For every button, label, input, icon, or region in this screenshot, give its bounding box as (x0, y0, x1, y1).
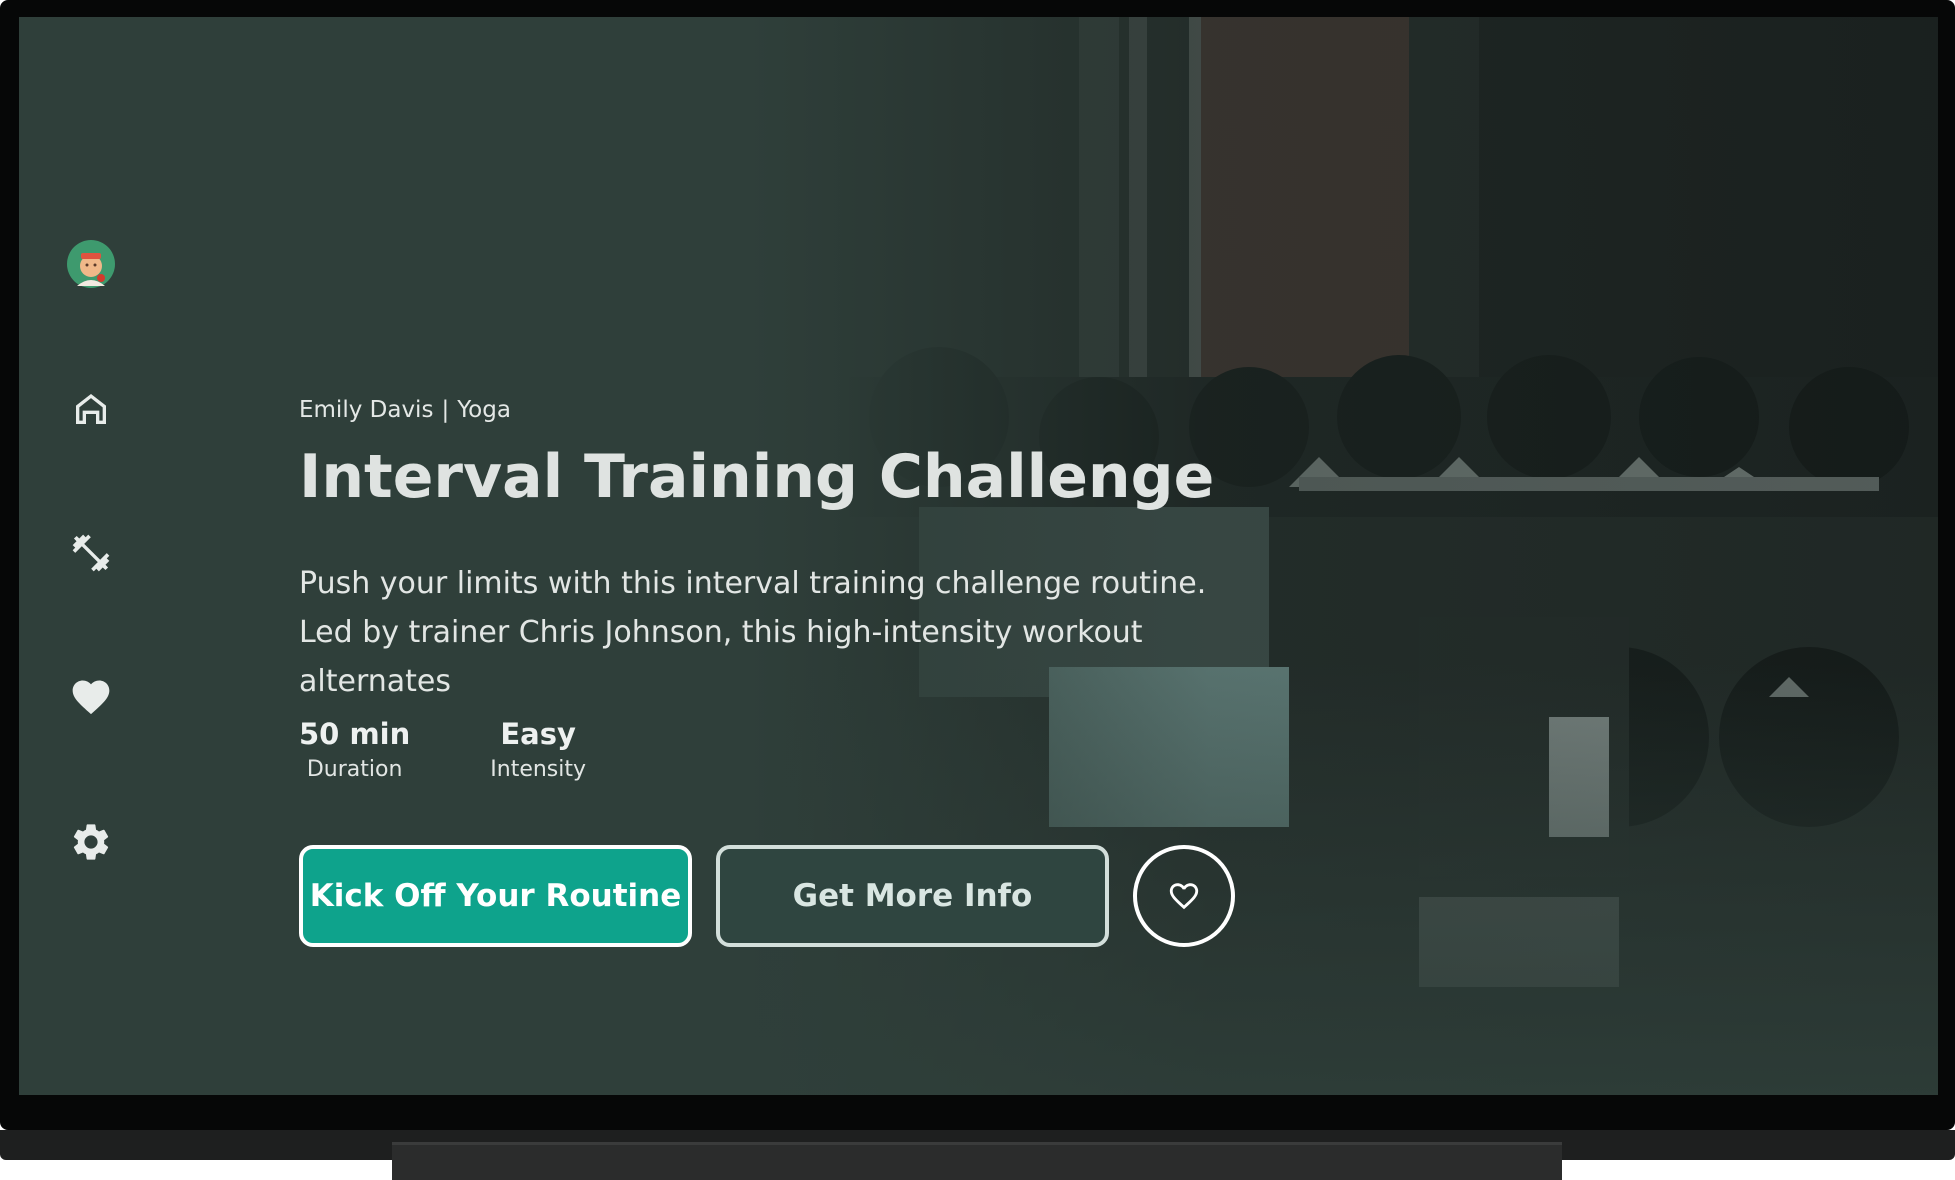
heart-outline-icon (1169, 883, 1199, 910)
stat-duration: 50 min Duration (299, 717, 410, 782)
stat-intensity: Easy Intensity (490, 717, 586, 782)
trainer-name: Emily Davis (299, 397, 434, 423)
hero-actions: Kick Off Your Routine Get More Info (299, 845, 1235, 947)
stat-value: Easy (500, 717, 576, 751)
page-title: Interval Training Challenge (299, 442, 1215, 512)
heart-icon (72, 680, 110, 715)
meta-separator: | (441, 397, 450, 423)
avatar-icon (67, 240, 115, 288)
sidebar-item-favorites[interactable] (65, 671, 117, 723)
more-info-button[interactable]: Get More Info (716, 845, 1109, 947)
hero-meta: Emily Davis | Yoga (299, 397, 511, 423)
stat-value: 50 min (299, 717, 411, 751)
stats: 50 min Duration Easy Intensity (299, 717, 586, 782)
sidebar-item-workouts[interactable] (65, 527, 117, 579)
hero-description: Push your limits with this interval trai… (299, 566, 1207, 699)
stat-label: Intensity (490, 757, 587, 782)
screen: Emily Davis | Yoga Interval Training Cha… (19, 17, 1938, 1095)
start-routine-button[interactable]: Kick Off Your Routine (299, 845, 692, 947)
sidebar-item-home[interactable] (65, 383, 117, 435)
stat-label: Duration (306, 757, 403, 782)
category-label: Yoga (457, 397, 511, 423)
home-icon (76, 394, 106, 424)
profile-avatar[interactable] (65, 238, 117, 290)
tv-stand (392, 1142, 1562, 1180)
favorite-button[interactable] (1133, 845, 1235, 947)
sidebar (19, 17, 164, 1095)
gear-icon (73, 824, 109, 860)
dumbbell-icon (72, 534, 110, 572)
sidebar-item-settings[interactable] (65, 816, 117, 868)
